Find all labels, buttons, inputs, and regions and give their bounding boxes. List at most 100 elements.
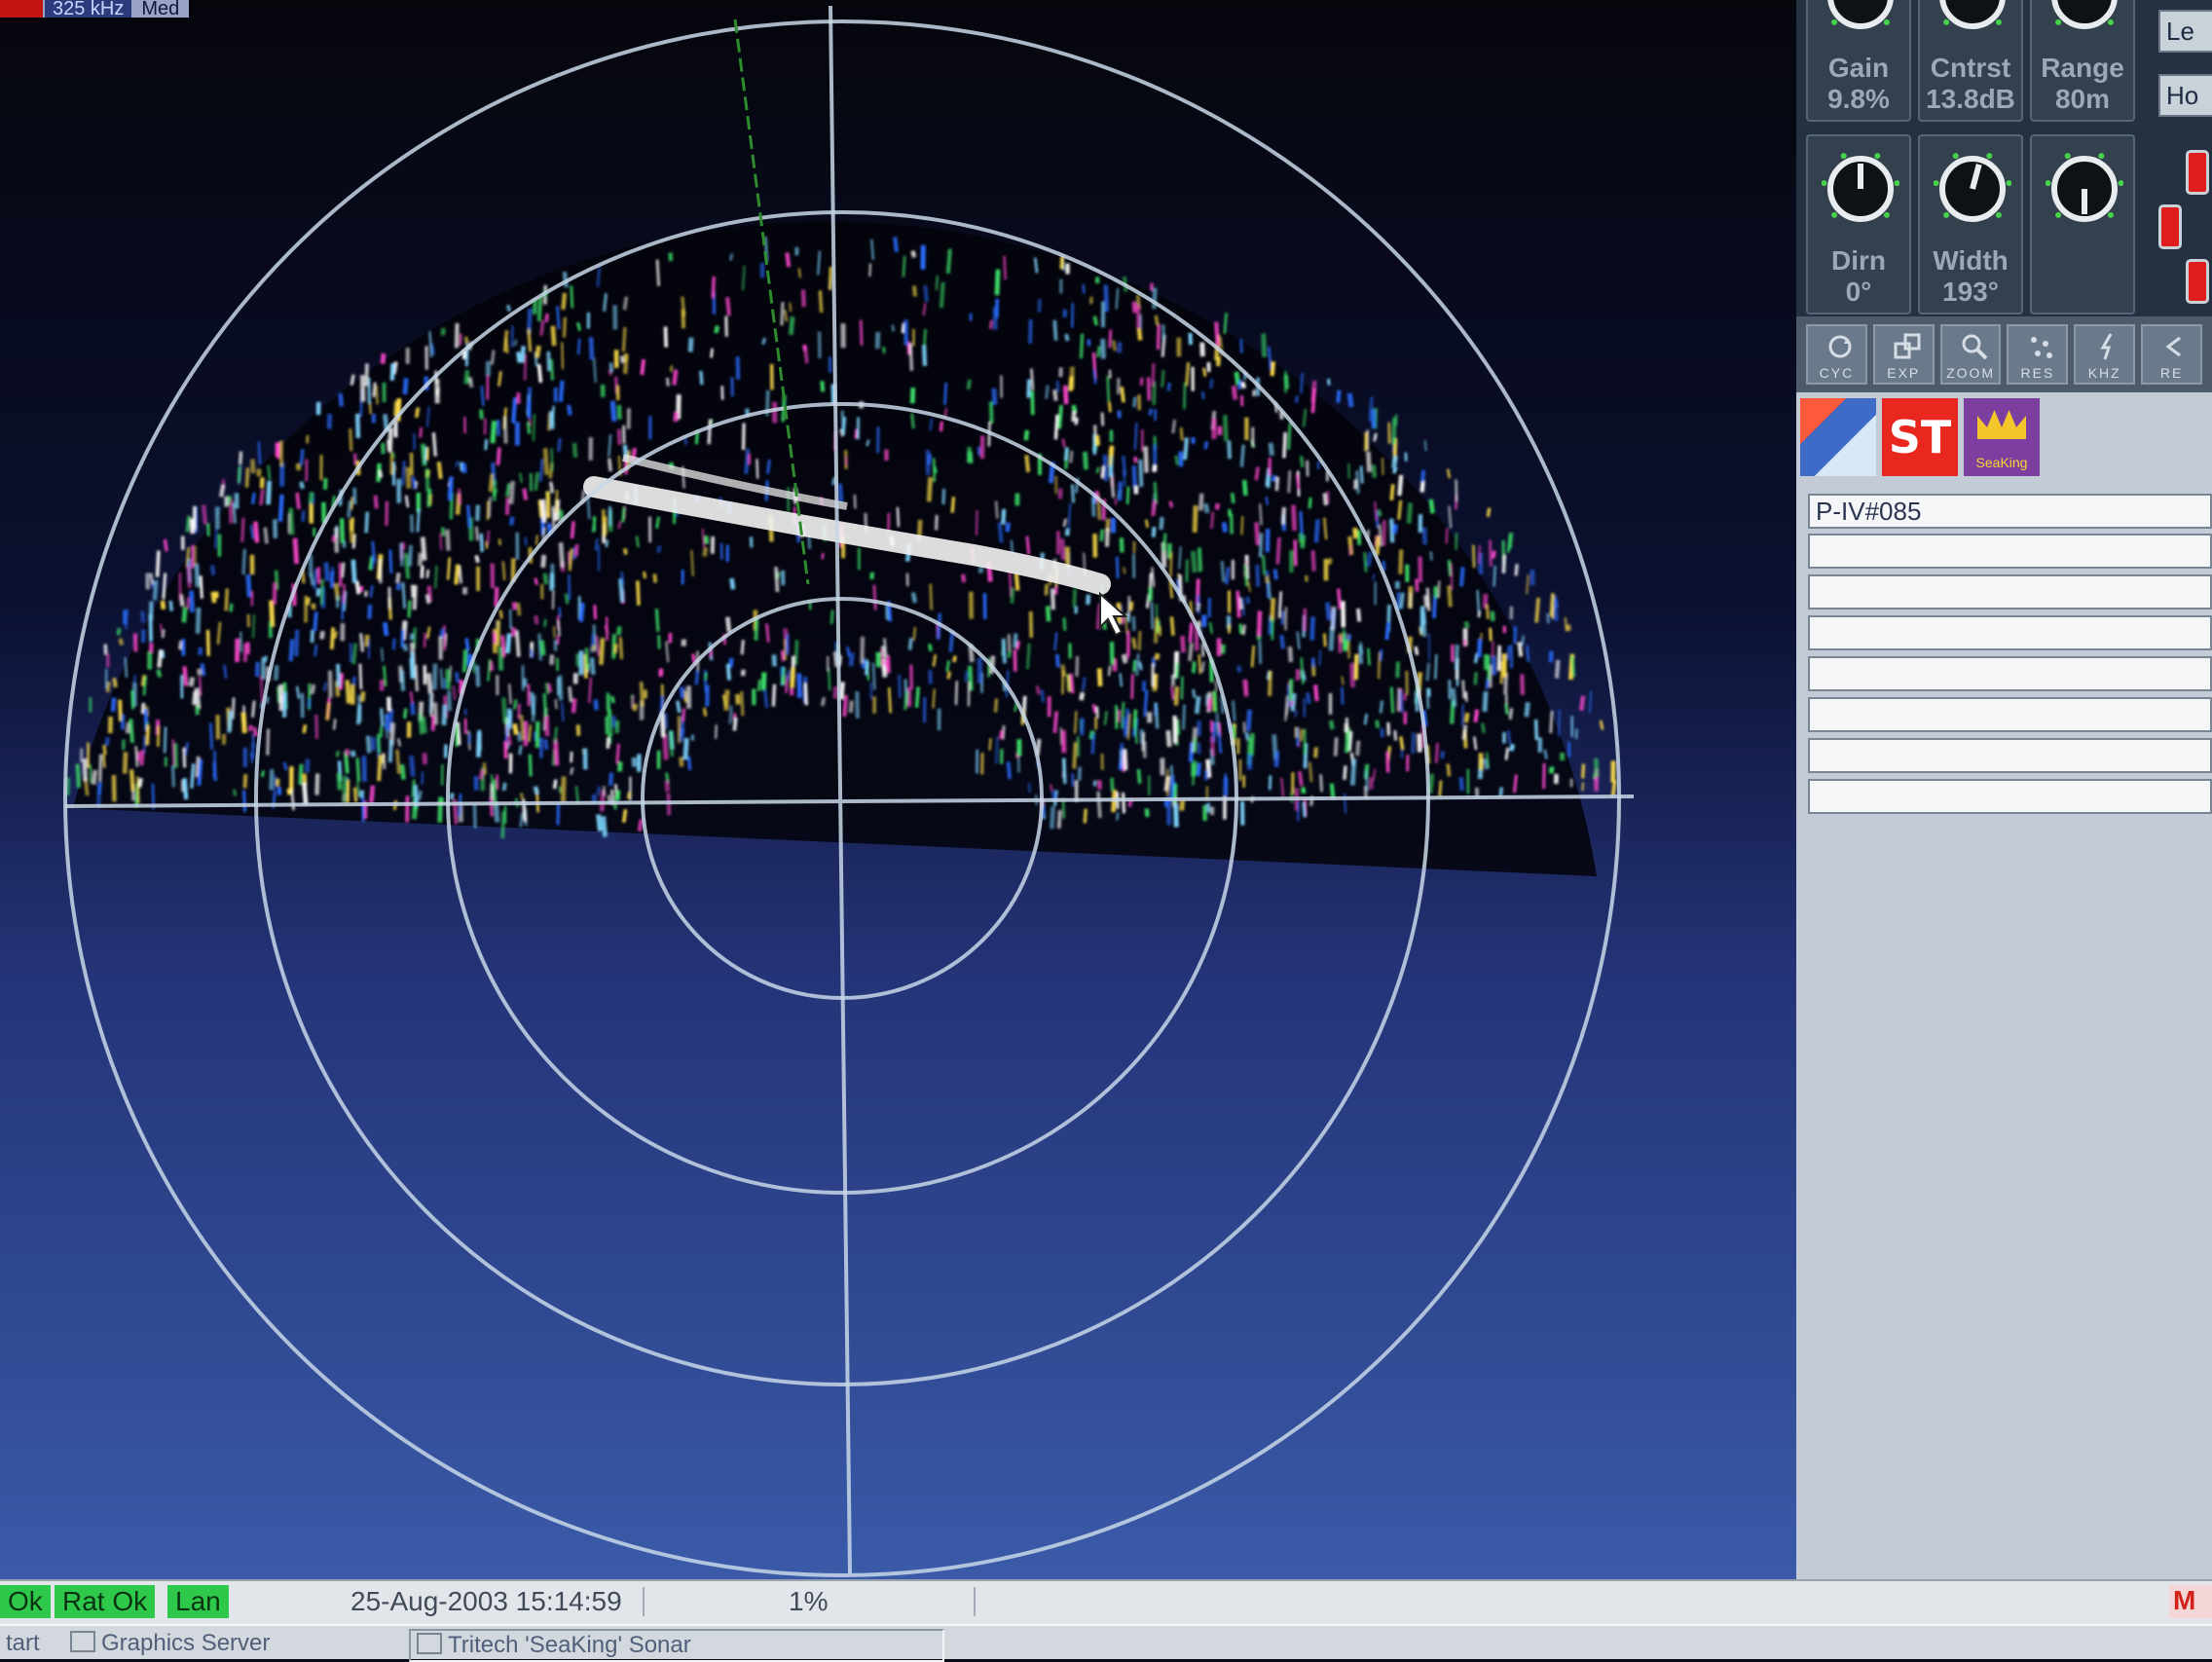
echo-speckle (197, 564, 198, 587)
echo-speckle (231, 604, 232, 611)
extra-control[interactable] (2030, 134, 2135, 314)
zoom-button[interactable]: ZOOM (1940, 324, 2002, 385)
width-control[interactable]: Width 193° (1918, 134, 2023, 314)
range-control[interactable]: Range 80m (2030, 0, 2135, 122)
extra-knob-icon[interactable] (2051, 156, 2118, 222)
echo-speckle (463, 463, 464, 473)
echo-speckle (884, 639, 886, 657)
echo-speckle (500, 610, 501, 619)
echo-speckle (330, 671, 331, 698)
sonar-id-field[interactable]: P-IV#085 (1808, 494, 2212, 529)
echo-speckle (121, 639, 122, 646)
echo-speckle (1270, 671, 1271, 696)
echo-speckle (1473, 545, 1474, 568)
echo-speckle (788, 670, 789, 680)
echo-speckle (625, 548, 626, 554)
echo-speckle (681, 757, 682, 767)
info-line[interactable] (1808, 656, 2212, 691)
start-button[interactable]: tart (0, 1629, 45, 1658)
info-line[interactable] (1808, 779, 2212, 814)
echo-speckle (578, 654, 579, 667)
echo-speckle (1074, 742, 1075, 768)
info-line[interactable] (1808, 534, 2212, 569)
echo-speckle (1545, 750, 1547, 759)
side-button-le[interactable]: Le (2158, 10, 2212, 53)
echo-speckle (1400, 691, 1402, 713)
echo-speckle (1267, 575, 1268, 583)
echo-speckle (515, 723, 517, 734)
re-button[interactable]: RE (2141, 324, 2202, 385)
echo-speckle (1449, 585, 1451, 607)
echo-speckle (564, 317, 565, 338)
echo-speckle (612, 696, 614, 703)
expand-button[interactable]: EXP (1873, 324, 1935, 385)
echo-speckle (1159, 324, 1160, 350)
taskbar-item-graphics-server[interactable]: Graphics Server (64, 1629, 401, 1658)
echo-speckle (1461, 777, 1462, 791)
info-line[interactable] (1808, 615, 2212, 650)
echo-speckle (1032, 390, 1033, 415)
echo-speckle (164, 573, 166, 600)
echo-speckle (437, 388, 438, 395)
echo-speckle (1315, 748, 1316, 758)
echo-speckle (311, 492, 312, 502)
echo-speckle (1211, 379, 1212, 388)
echo-speckle (1046, 584, 1047, 596)
resolution-button[interactable]: RES (2007, 324, 2068, 385)
echo-speckle (138, 752, 139, 761)
echo-speckle (1435, 654, 1436, 680)
info-line[interactable] (1808, 574, 2212, 609)
echo-speckle (255, 522, 257, 543)
echo-speckle (247, 467, 248, 487)
echo-speckle (1097, 467, 1099, 473)
sonar-top-strip: 325 kHz Med (0, 0, 189, 18)
echo-speckle (339, 773, 340, 791)
echo-speckle (547, 715, 548, 736)
echo-speckle (910, 344, 911, 371)
info-line[interactable] (1808, 697, 2212, 732)
direction-control[interactable]: Dirn 0° (1806, 134, 1911, 314)
echo-speckle (535, 578, 537, 585)
echo-speckle (491, 661, 493, 671)
sonar-display[interactable]: 325 kHz Med (0, 0, 1796, 1579)
contrast-control[interactable]: Cntrst 13.8dB (1918, 0, 2023, 122)
echo-speckle (334, 536, 335, 542)
echo-speckle (366, 591, 367, 597)
echo-speckle (1061, 256, 1062, 270)
cycle-button[interactable]: CYC (1806, 324, 1867, 385)
echo-speckle (625, 297, 627, 310)
echo-speckle (1027, 644, 1029, 670)
echo-speckle (405, 644, 407, 650)
echo-speckle (357, 414, 358, 438)
echo-speckle (869, 263, 870, 277)
echo-speckle (546, 314, 547, 322)
logo-strip: ST SeaKing (1796, 392, 2212, 482)
direction-knob-icon[interactable] (1827, 156, 1894, 222)
khz-button[interactable]: KHZ (2074, 324, 2135, 385)
echo-speckle (1338, 390, 1339, 403)
gain-control[interactable]: Gain 9.8% (1806, 0, 1911, 122)
info-line[interactable] (1808, 738, 2212, 773)
taskbar-item-seaking-sonar[interactable]: Tritech 'SeaKing' Sonar (409, 1629, 944, 1662)
echo-speckle (401, 542, 402, 566)
width-knob-icon[interactable] (1939, 156, 2006, 222)
echo-speckle (1195, 505, 1196, 533)
status-right-indicator[interactable]: M (2169, 1585, 2212, 1618)
echo-speckle (355, 788, 356, 802)
echo-speckle (1294, 505, 1295, 531)
echo-speckle (1057, 654, 1058, 667)
echo-speckle (197, 688, 199, 709)
echo-speckle (1251, 733, 1252, 757)
echo-speckle (360, 664, 361, 689)
echo-speckle (434, 664, 435, 690)
echo-speckle (379, 755, 381, 781)
echo-speckle (289, 789, 290, 794)
echo-speckle (1237, 591, 1239, 618)
sonar-scan-image[interactable] (0, 0, 1796, 1579)
echo-speckle (508, 634, 509, 653)
side-button-ho[interactable]: Ho (2158, 74, 2212, 117)
echo-speckle (1264, 556, 1265, 575)
frequency-readout[interactable]: 325 kHz (45, 0, 133, 18)
mode-readout[interactable]: Med (133, 0, 189, 18)
echo-speckle (1601, 720, 1603, 730)
